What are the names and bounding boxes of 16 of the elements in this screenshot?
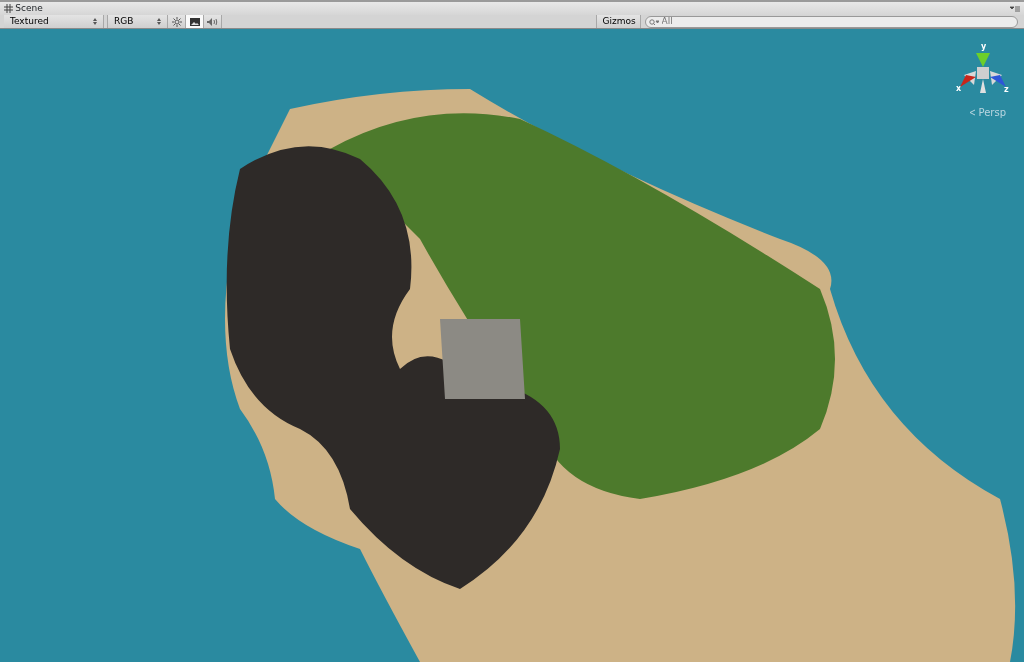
game-overlay-toggle[interactable] [186,15,204,28]
picture-icon [189,17,200,26]
window-title: Scene [15,1,43,15]
render-mode-dropdown[interactable]: RGB [108,15,168,28]
menu-icon[interactable] [1010,5,1020,12]
speaker-icon [207,17,218,26]
lighting-toggle[interactable] [168,15,186,28]
chevron-left-icon [969,109,977,116]
sun-icon [171,16,182,27]
gizmos-dropdown[interactable]: Gizmos [596,15,641,28]
stepper-arrows-icon [93,18,97,25]
stepper-arrows-icon [157,18,161,25]
audio-toggle[interactable] [204,15,222,28]
grid-icon [4,4,13,13]
draw-mode-dropdown[interactable]: Textured [4,15,104,28]
search-field[interactable]: All [644,16,1018,28]
